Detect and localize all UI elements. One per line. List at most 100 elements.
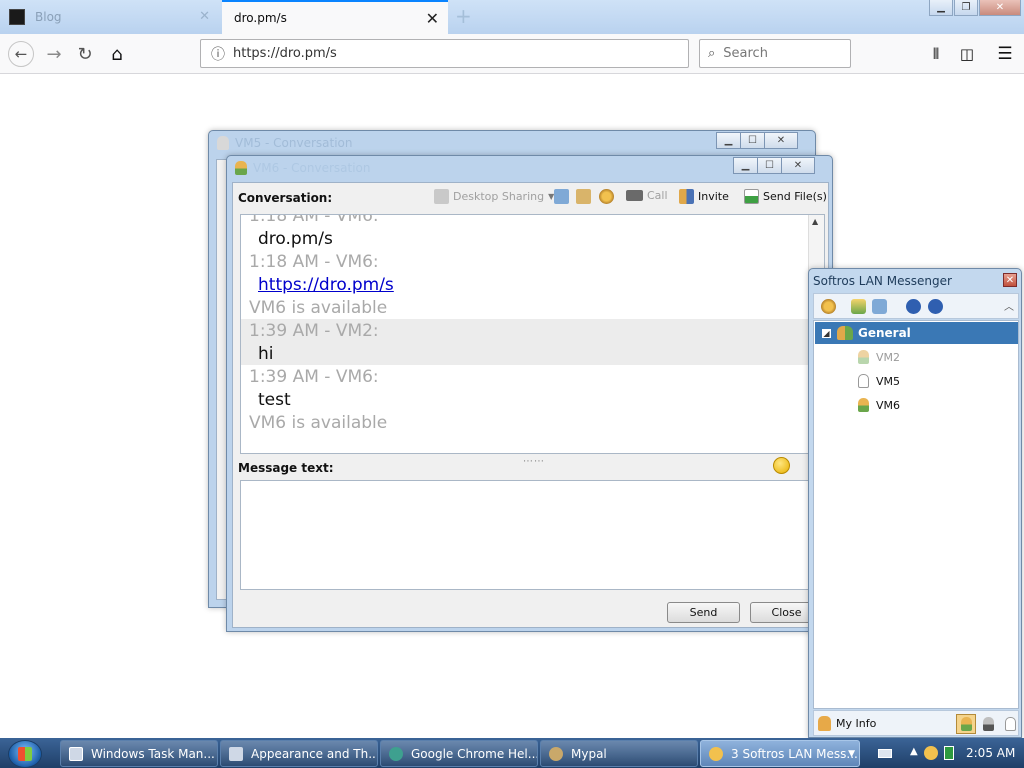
lan-toolbar: ︿: [813, 293, 1019, 319]
page-info-icon[interactable]: ⓘ: [211, 44, 225, 64]
message-timestamp: 1:39 AM - VM2:: [249, 321, 379, 341]
user-available-icon: [858, 398, 869, 412]
reload-button[interactable]: ↻: [73, 42, 97, 66]
minimize-button[interactable]: ▁: [733, 157, 758, 174]
taskbar-item-task-manager[interactable]: Windows Task Man...: [60, 740, 218, 767]
message-text: dro.pm/s: [258, 229, 333, 249]
maximize-button[interactable]: ☐: [740, 132, 765, 149]
invite-button[interactable]: Invite: [679, 189, 729, 204]
taskbar-item-chrome-help[interactable]: Google Chrome Hel...: [380, 740, 538, 767]
minimize-button[interactable]: ▁: [929, 0, 953, 16]
minimize-button[interactable]: ▁: [716, 132, 741, 149]
close-window-button[interactable]: ✕: [1003, 273, 1017, 287]
taskbar: Windows Task Man... Appearance and Th...…: [0, 738, 1024, 768]
desktop-sharing-button[interactable]: Desktop Sharing ▼: [434, 189, 554, 204]
history-book-icon: [554, 189, 569, 204]
back-button[interactable]: ←: [8, 41, 34, 67]
vm6-window-controls: ▁ ☐ ✕: [733, 157, 815, 174]
contact-vm2[interactable]: VM2: [858, 350, 900, 364]
smiley-icon[interactable]: [773, 457, 790, 474]
settings-button[interactable]: [599, 189, 618, 204]
contact-name: VM5: [876, 374, 901, 388]
menu-button[interactable]: ☰: [993, 42, 1017, 66]
close-window-button[interactable]: ✕: [781, 157, 815, 174]
user-busy-icon: [982, 717, 994, 731]
my-info-button[interactable]: My Info: [818, 715, 876, 731]
contact-vm6[interactable]: VM6: [858, 398, 900, 412]
start-button[interactable]: [8, 740, 42, 768]
help-icon[interactable]: [906, 299, 921, 314]
sidebar-button[interactable]: ◫: [955, 42, 979, 66]
collapse-group-icon[interactable]: ◢: [822, 328, 831, 338]
restore-button[interactable]: ❐: [954, 0, 978, 16]
history-book-icon[interactable]: [872, 299, 887, 314]
url-bar[interactable]: ⓘ https://dro.pm/s: [200, 39, 689, 68]
chevron-down-icon[interactable]: ▼: [848, 749, 855, 759]
taskbar-item-softros[interactable]: 3 Softros LAN Mess... ▼: [700, 740, 860, 767]
info-icon[interactable]: [928, 299, 943, 314]
message-timestamp: 1:18 AM - VM6:: [249, 214, 379, 226]
close-window-button[interactable]: ✕: [764, 132, 798, 149]
status-away-button[interactable]: [1000, 714, 1020, 734]
send-files-button[interactable]: Send File(s): [744, 189, 827, 204]
close-tab-icon[interactable]: ✕: [426, 9, 439, 28]
close-tab-icon[interactable]: ✕: [199, 9, 210, 24]
desktop-sharing-label: Desktop Sharing: [453, 190, 545, 203]
chat-bubble-icon[interactable]: [924, 746, 938, 760]
tab-blog[interactable]: Blog ✕: [0, 0, 220, 34]
send-button[interactable]: Send: [667, 602, 740, 623]
vm5-window-controls: ▁ ☐ ✕: [716, 132, 798, 149]
taskbar-item-label: Google Chrome Hel...: [411, 746, 538, 761]
status-available-button[interactable]: [956, 714, 976, 734]
search-bar[interactable]: ⌕ Search: [699, 39, 851, 68]
tab-active[interactable]: dro.pm/s ✕: [222, 0, 448, 34]
call-button[interactable]: Call: [626, 189, 668, 202]
lan-title-bar[interactable]: Softros LAN Messenger: [809, 269, 1021, 293]
new-tab-icon[interactable]: +: [455, 4, 472, 28]
chevron-up-icon[interactable]: ︿: [1004, 298, 1014, 313]
lan-messenger-window[interactable]: Softros LAN Messenger ✕ ︿ ◢ General VM2 …: [808, 268, 1022, 738]
maximize-button[interactable]: ☐: [757, 157, 782, 174]
user-away-icon: [1004, 717, 1016, 731]
globe-icon: [389, 746, 403, 761]
chat-bubble-icon: [709, 746, 723, 761]
contact-group-general[interactable]: ◢ General: [815, 322, 1018, 344]
message-input[interactable]: [240, 480, 825, 590]
contact-vm5[interactable]: VM5: [858, 374, 900, 388]
gear-icon: [599, 189, 614, 204]
network-icon[interactable]: [944, 746, 954, 760]
message-timestamp: 1:39 AM - VM6:: [249, 367, 379, 387]
message-link[interactable]: https://dro.pm/s: [258, 275, 394, 295]
taskbar-item-mypal[interactable]: Mypal: [540, 740, 698, 767]
keyboard-icon[interactable]: [878, 749, 892, 758]
user-offline-icon: [858, 350, 869, 364]
taskbar-item-appearance[interactable]: Appearance and Th...: [220, 740, 378, 767]
close-window-button[interactable]: ✕: [979, 0, 1021, 16]
library-button[interactable]: ⫴: [924, 42, 948, 66]
home-button[interactable]: ⌂: [105, 42, 129, 66]
message-text: test: [258, 390, 291, 410]
gear-icon[interactable]: [821, 299, 836, 314]
message-text: hi: [258, 344, 274, 364]
user-available-icon: [960, 717, 972, 731]
tab-active-label: dro.pm/s: [234, 11, 287, 25]
add-contact-button[interactable]: [576, 189, 595, 204]
conversation-history[interactable]: 1:18 AM - VM6: dro.pm/s 1:18 AM - VM6: h…: [240, 214, 825, 454]
show-hidden-icons-icon[interactable]: ▲: [910, 746, 918, 757]
taskbar-item-label: Mypal: [571, 746, 607, 761]
conversation-toolbar: Conversation: Desktop Sharing ▼ Call Inv…: [233, 183, 828, 213]
tab-bar: Blog ✕ dro.pm/s ✕ + ▁ ❐ ✕: [0, 0, 1024, 34]
message-timestamp: 1:18 AM - VM6:: [249, 252, 379, 272]
folder-icon[interactable]: [851, 299, 866, 314]
contact-name: VM6: [876, 398, 901, 412]
message-text-label: Message text:: [238, 461, 334, 475]
status-busy-button[interactable]: [978, 714, 998, 734]
taskbar-item-label: Appearance and Th...: [251, 746, 378, 761]
splitter-handle[interactable]: ⋯⋯: [523, 456, 545, 467]
task-manager-icon: [69, 746, 83, 761]
scroll-up-icon[interactable]: ▲: [812, 217, 818, 226]
clock[interactable]: 2:05 AM: [966, 746, 1015, 760]
vm6-conversation-window[interactable]: VM6 - Conversation ▁ ☐ ✕ Conversation: D…: [226, 155, 833, 632]
forward-button[interactable]: →: [42, 42, 66, 66]
history-button[interactable]: [554, 189, 573, 204]
